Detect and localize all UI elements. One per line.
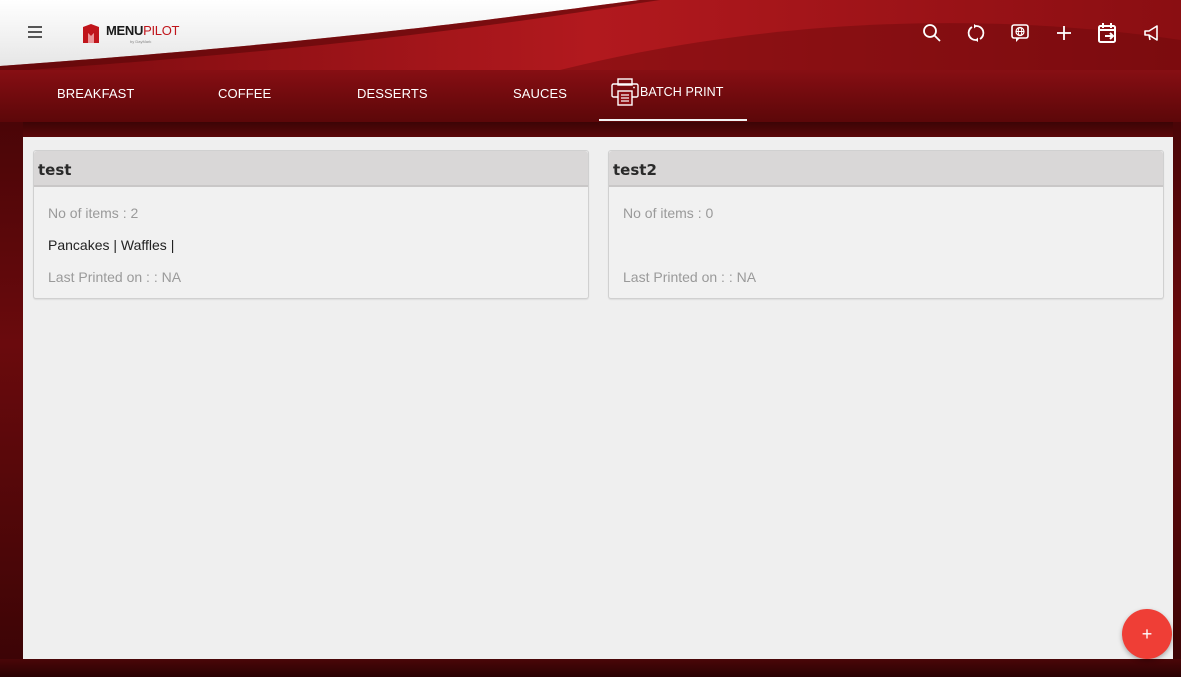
frame-top	[0, 122, 1181, 137]
frame-left	[0, 122, 23, 677]
tab-sauces[interactable]: SAUCES	[513, 83, 567, 105]
app-header: MENUPILOT by DayMark BREAKFAST COFFEE DE…	[0, 0, 1181, 122]
card-items-count: No of items : 2	[48, 205, 139, 221]
frame-right	[1173, 122, 1181, 677]
add-icon: +	[1141, 623, 1153, 644]
hamburger-menu-icon[interactable]	[28, 26, 44, 40]
batch-card-test[interactable]: test No of items : 2 Pancakes | Waffles …	[33, 150, 589, 299]
tab-desserts[interactable]: DESSERTS	[357, 83, 428, 105]
tab-batch-print[interactable]: BATCH PRINT	[610, 76, 724, 108]
top-bar: MENUPILOT by DayMark	[0, 0, 1181, 70]
tab-label: BATCH PRINT	[640, 85, 724, 99]
category-tabs: BREAKFAST COFFEE DESSERTS SAUCES BATCH P…	[0, 70, 1181, 122]
logo-main-text: MENU	[106, 23, 144, 38]
sync-icon[interactable]	[963, 20, 989, 46]
tab-label: COFFEE	[218, 86, 272, 101]
active-tab-indicator	[599, 119, 747, 121]
card-items-list: Pancakes | Waffles |	[48, 237, 175, 253]
app-logo: MENUPILOT by DayMark	[80, 22, 179, 48]
header-actions	[901, 20, 1165, 46]
plus-icon[interactable]	[1051, 20, 1077, 46]
search-icon[interactable]	[919, 20, 945, 46]
calendar-export-icon[interactable]	[1095, 20, 1121, 46]
batch-card-test2[interactable]: test2 No of items : 0 Last Printed on : …	[608, 150, 1164, 299]
printer-icon	[610, 77, 640, 107]
tab-label: DESSERTS	[357, 86, 428, 101]
card-items-count: No of items : 0	[623, 205, 714, 221]
tab-breakfast[interactable]: BREAKFAST	[57, 83, 134, 105]
language-icon[interactable]	[1007, 20, 1033, 46]
tab-label: SAUCES	[513, 86, 568, 101]
tab-coffee[interactable]: COFFEE	[218, 83, 271, 105]
card-last-printed: Last Printed on : : NA	[48, 269, 182, 285]
logo-mark-icon	[80, 23, 102, 47]
card-title: test	[34, 151, 588, 187]
logo-subtext: by DayMark	[130, 39, 152, 44]
card-title: test2	[609, 151, 1163, 187]
add-batch-button[interactable]: +	[1122, 609, 1172, 659]
logo-accent-text: PILOT	[143, 23, 180, 38]
announcement-icon[interactable]	[1139, 20, 1165, 46]
logo-text: MENUPILOT by DayMark	[106, 22, 179, 48]
card-last-printed: Last Printed on : : NA	[623, 269, 757, 285]
frame-bottom	[0, 659, 1181, 677]
tab-label: BREAKFAST	[57, 86, 135, 101]
batch-print-content: test No of items : 2 Pancakes | Waffles …	[23, 137, 1173, 659]
